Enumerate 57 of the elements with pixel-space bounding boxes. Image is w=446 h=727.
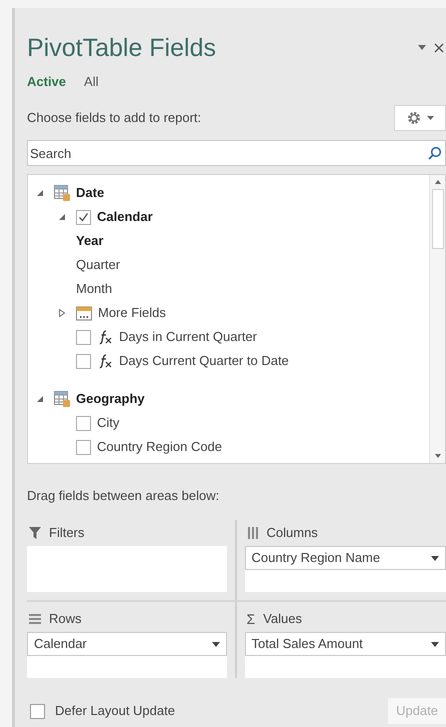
function-icon (97, 329, 113, 345)
table-name: Date (76, 184, 104, 202)
checkbox[interactable] (30, 704, 45, 718)
table-icon (54, 391, 70, 407)
dropdown-arrow-icon (431, 642, 439, 646)
area-label: Columns (266, 524, 318, 542)
filter-icon (29, 527, 41, 539)
table-name: Geography (76, 390, 145, 408)
checkbox[interactable] (76, 354, 91, 368)
area-label: Filters (49, 524, 84, 542)
field-name: Total Sales Amount (252, 635, 364, 654)
scrollbar-thumb[interactable] (432, 189, 444, 249)
field-dropdown[interactable]: Calendar (27, 632, 226, 656)
field-dropdown[interactable]: Total Sales Amount (244, 632, 446, 656)
rows-icon (29, 614, 41, 624)
settings-icon (406, 111, 420, 125)
checkbox[interactable] (76, 210, 91, 224)
field-name[interactable]: Days Current Quarter to Date (119, 351, 289, 371)
search-icon (428, 146, 442, 160)
field-name[interactable]: Month (76, 279, 112, 299)
folder-icon (76, 306, 92, 320)
checkbox-label: Defer Layout Update (55, 702, 175, 720)
field-name[interactable]: Days in Current Quarter (119, 327, 257, 347)
field-name[interactable]: Calendar (97, 207, 153, 227)
scrollbar[interactable] (429, 175, 445, 463)
field-name[interactable]: Year (76, 231, 104, 251)
checkbox[interactable] (76, 440, 91, 454)
field-name[interactable]: City (97, 413, 120, 433)
field-dropdown[interactable]: Country Region Name (244, 546, 446, 570)
checkbox[interactable] (76, 330, 91, 344)
dropdown-arrow-icon (426, 116, 434, 120)
columns-icon (246, 527, 258, 539)
field-name[interactable]: More Fields (98, 303, 166, 323)
drop-area[interactable]: Calendar (27, 632, 226, 678)
function-icon (97, 353, 113, 369)
field-name: Country Region Name (252, 549, 382, 568)
sigma-icon: Σ (246, 612, 256, 626)
close-icon[interactable] (434, 43, 444, 53)
drop-area[interactable]: Country Region Name (244, 546, 446, 592)
instruction-label: Choose fields to add to report: (27, 109, 202, 128)
checkbox[interactable] (76, 416, 91, 430)
area-label: Rows (49, 610, 82, 628)
pane-title: PivotTable Fields (27, 36, 216, 60)
tab[interactable]: All (84, 72, 98, 92)
field-name[interactable]: Quarter (76, 255, 120, 275)
instruction-label: Drag fields between areas below: (27, 487, 220, 505)
dropdown-arrow-icon (431, 556, 439, 560)
area-label: Values (263, 610, 302, 628)
dropdown-arrow-icon (212, 642, 220, 646)
field-name: Calendar (34, 635, 88, 654)
search-field[interactable]: Search (27, 140, 446, 166)
table-icon (54, 185, 70, 201)
settings-button[interactable] (394, 105, 446, 131)
field-name[interactable]: Country Region Code (97, 437, 222, 457)
dropdown-arrow-icon[interactable] (418, 45, 426, 51)
tab[interactable]: Active (27, 72, 66, 92)
drop-area[interactable]: Total Sales Amount (244, 632, 446, 678)
